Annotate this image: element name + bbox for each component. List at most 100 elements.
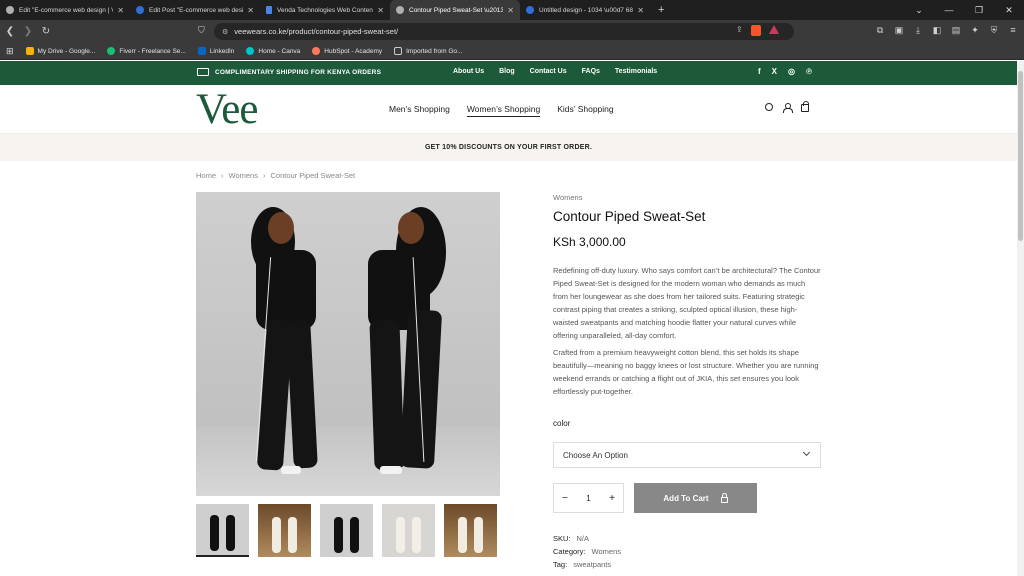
browser-tab-bar: Edit "E-commerce web design | Vee \u2026…	[0, 0, 1024, 20]
linkedin-icon	[197, 47, 206, 55]
thumbnail[interactable]	[196, 504, 249, 557]
close-window-button[interactable]: ✕	[994, 5, 1024, 16]
browser-tab[interactable]: Venda Technologies Web Content Cr\u2026✕	[260, 0, 390, 20]
thumbnail[interactable]	[382, 504, 435, 557]
back-button[interactable]: ❮	[2, 26, 18, 37]
brave-rewards-icon[interactable]	[768, 25, 779, 34]
nav-mens-shopping[interactable]: Men’s Shopping	[389, 104, 450, 117]
restore-button[interactable]: ❐	[964, 5, 994, 16]
x-twitter-icon[interactable]: X	[772, 67, 777, 76]
site-logo[interactable]: Vee	[196, 88, 258, 132]
close-icon[interactable]: ✕	[377, 6, 384, 15]
breadcrumb-womens[interactable]: Womens	[229, 171, 258, 180]
thumbnail-figure	[412, 517, 421, 553]
nav-kids-shopping[interactable]: Kids’ Shopping	[557, 104, 613, 117]
download-icon[interactable]: ⤓	[913, 25, 923, 36]
breadcrumb-current: Contour Piped Sweat-Set	[270, 171, 356, 180]
share-icon[interactable]: ⇪	[736, 25, 743, 36]
close-icon[interactable]: ✕	[637, 6, 644, 15]
model-shoe	[380, 466, 402, 474]
browser-tab[interactable]: Untitled design - 1034 \u00d7 681px ✕	[520, 0, 650, 20]
browser-tab[interactable]: Edit "E-commerce web design | Vee \u2026…	[0, 0, 130, 20]
wallet-icon[interactable]: ▤	[951, 25, 961, 36]
product-title: Contour Piped Sweat-Set	[553, 209, 706, 224]
link-blog[interactable]: Blog	[499, 68, 515, 75]
chevron-down-icon[interactable]: ⌄	[904, 5, 934, 16]
browser-toolbar: ❮ ❯ ↻ ⛉ ⚙ veewears.co.ke/product/contour…	[0, 20, 1024, 43]
bookmark-folder[interactable]: Imported from Go...	[394, 47, 462, 55]
product-meta: SKU: N/A Category: Womens Tag: sweatpants	[553, 532, 621, 571]
truck-icon	[197, 68, 209, 76]
instagram-icon[interactable]: ◎	[788, 67, 795, 76]
promo-banner: GET 10% DISCOUNTS ON YOUR FIRST ORDER.	[0, 134, 1017, 161]
thumbnail[interactable]	[258, 504, 311, 557]
close-icon[interactable]: ✕	[507, 6, 514, 15]
extensions-area: ⧉ ▣ ⤓ ◧ ▤ ✦ ⛨ ≡	[875, 25, 1018, 36]
search-icon[interactable]	[765, 103, 773, 111]
minimize-button[interactable]: —	[934, 5, 964, 15]
bookmark-item[interactable]: My Drive - Google...	[25, 47, 95, 55]
thumbnail-figure	[396, 517, 405, 553]
product-main-image[interactable]	[196, 192, 500, 496]
cart-icon[interactable]	[801, 101, 809, 112]
color-select[interactable]: Choose An Option	[553, 442, 821, 468]
close-icon[interactable]: ✕	[247, 6, 254, 15]
product-category[interactable]: Womens	[553, 193, 582, 202]
qty-value[interactable]: 1	[586, 494, 590, 503]
reload-button[interactable]: ↻	[38, 26, 54, 37]
thumbnail-figure	[350, 517, 359, 553]
facebook-icon[interactable]: f	[758, 67, 761, 76]
bookmark-icon[interactable]: ⛉	[198, 25, 208, 37]
link-testimonials[interactable]: Testimonials	[615, 68, 657, 75]
tag-link[interactable]: sweatpants	[573, 560, 611, 569]
address-bar[interactable]: ⚙ veewears.co.ke/product/contour-piped-s…	[214, 23, 794, 40]
vpn-icon[interactable]: ⛨	[989, 25, 999, 36]
header-actions	[765, 101, 809, 113]
account-icon[interactable]	[783, 103, 793, 113]
brave-shields-icon[interactable]	[750, 25, 761, 36]
browser-tab-active[interactable]: Contour Piped Sweat-Set \u2013 Vee \u202…	[390, 0, 520, 20]
forward-button[interactable]: ❯	[20, 26, 36, 37]
extension-icon[interactable]: ⧉	[875, 25, 885, 36]
pinterest-icon[interactable]: ℗	[806, 67, 812, 76]
qty-plus-button[interactable]: +	[609, 493, 615, 504]
add-to-cart-button[interactable]: Add To Cart	[634, 483, 757, 513]
close-icon[interactable]: ✕	[117, 6, 124, 15]
bookmark-item[interactable]: Fiverr - Freelance Se...	[107, 47, 186, 55]
lock-icon	[720, 492, 728, 503]
thumbnail[interactable]	[444, 504, 497, 557]
model-leg	[369, 319, 405, 471]
bookmark-item[interactable]: LinkedIn	[197, 47, 234, 55]
page-scrollbar[interactable]	[1017, 61, 1024, 576]
link-about-us[interactable]: About Us	[453, 68, 484, 75]
browser-tab[interactable]: Edit Post "E-commerce web design |\u2026…	[130, 0, 260, 20]
fiverr-icon	[107, 47, 116, 55]
wordpress-icon	[6, 6, 14, 14]
screenshot-icon[interactable]: ▣	[894, 25, 904, 36]
apps-grid-icon[interactable]: ⊞	[6, 46, 14, 57]
new-tab-button[interactable]: +	[650, 4, 672, 16]
image-floor	[196, 426, 500, 496]
link-contact-us[interactable]: Contact Us	[530, 68, 567, 75]
thumbnail[interactable]	[320, 504, 373, 557]
scrollbar-thumb[interactable]	[1018, 71, 1023, 241]
description-paragraph: Crafted from a premium heavyweight cotto…	[553, 348, 819, 396]
thumbnail-figure	[272, 517, 281, 553]
qty-minus-button[interactable]: −	[562, 493, 568, 504]
site-info-icon[interactable]: ⚙	[222, 28, 228, 36]
sidebar-icon[interactable]: ◧	[932, 25, 942, 36]
bookmark-item[interactable]: Home - Canva	[246, 47, 300, 55]
canva-icon	[526, 6, 534, 14]
leo-ai-icon[interactable]: ✦	[970, 25, 980, 36]
breadcrumb-home[interactable]: Home	[196, 171, 216, 180]
address-bar-actions: ⇪	[736, 25, 779, 36]
sku-row: SKU: N/A	[553, 534, 590, 543]
chevron-down-icon	[802, 448, 811, 457]
product-description: Redefining off-duty luxury. Who says com…	[553, 264, 821, 398]
nav-womens-shopping[interactable]: Women’s Shopping	[466, 104, 541, 117]
link-faqs[interactable]: FAQs	[582, 68, 600, 75]
menu-icon[interactable]: ≡	[1008, 25, 1018, 36]
category-link[interactable]: Womens	[592, 547, 621, 556]
bookmark-item[interactable]: HubSpot - Academy	[312, 47, 382, 55]
quantity-stepper: − 1 +	[553, 483, 624, 513]
